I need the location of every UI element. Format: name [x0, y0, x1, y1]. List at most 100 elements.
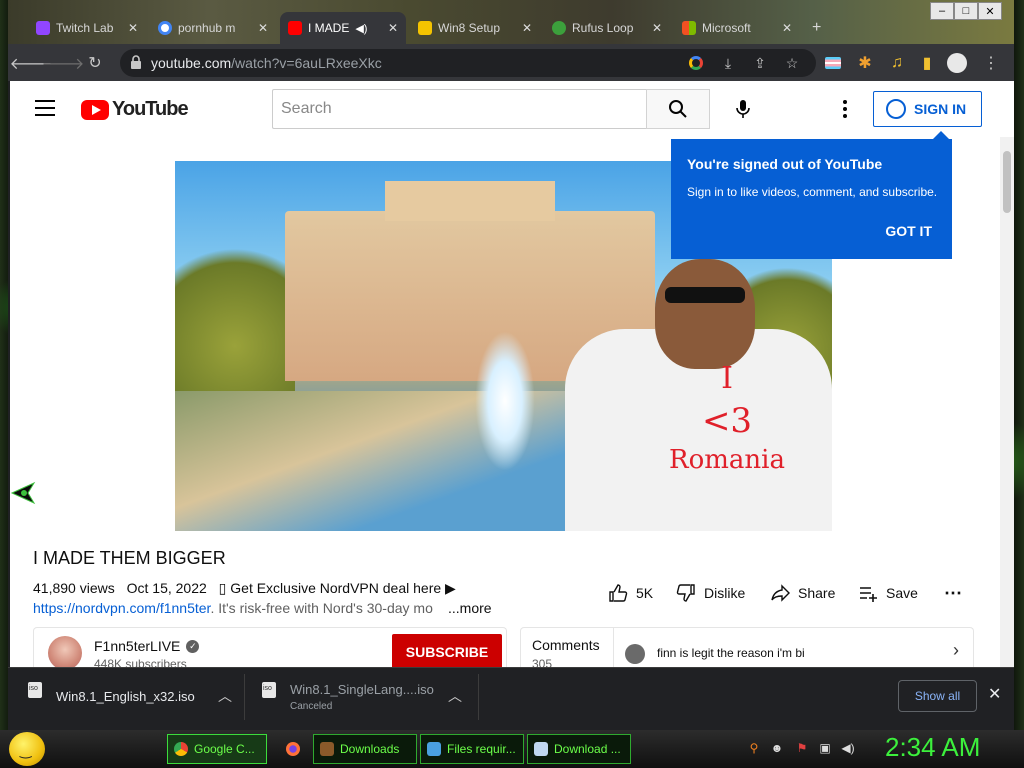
minimize-button[interactable]: –: [930, 2, 954, 20]
comments-teaser[interactable]: Comments 305 finn is legit the reason i'…: [520, 627, 974, 667]
tab-title: Win8 Setup: [438, 21, 501, 35]
close-downloads-icon[interactable]: ✕: [988, 684, 1001, 704]
new-tab-button[interactable]: +: [804, 12, 834, 44]
chevron-right-icon[interactable]: ›: [953, 640, 959, 661]
taskbar-chrome[interactable]: Google C...: [167, 734, 267, 764]
youtube-play-icon: [81, 99, 109, 120]
folder-icon: [320, 742, 334, 756]
save-button[interactable]: Save: [858, 583, 918, 603]
taskbar-files-required[interactable]: Files requir...: [420, 734, 524, 764]
desktop-arrow-icon: [10, 481, 36, 505]
search-button[interactable]: [646, 89, 710, 129]
account-circle-icon: [886, 99, 906, 119]
video-title: I MADE THEM BIGGER: [33, 548, 226, 568]
address-bar[interactable]: youtube.com/watch?v=6auLRxeeXkc ⤓ ⇪ ☆: [120, 49, 816, 77]
search-icon[interactable]: ⚲: [747, 741, 761, 755]
taskbar-firefox[interactable]: [280, 734, 308, 764]
youtube-wordmark: YouTube: [112, 98, 189, 120]
close-window-button[interactable]: ✕: [978, 2, 1002, 20]
browser-menu-icon[interactable]: ⋮: [980, 52, 1002, 74]
signed-out-tooltip: You're signed out of YouTube Sign in to …: [671, 131, 952, 259]
tab-title: Rufus Loop: [572, 21, 634, 35]
chevron-up-icon[interactable]: ︿: [448, 686, 462, 706]
share-arrow-icon: [771, 584, 790, 602]
sign-in-label: SIGN IN: [914, 101, 967, 117]
forward-button[interactable]: 🡒: [42, 52, 85, 74]
tab-close-icon[interactable]: ✕: [128, 21, 138, 35]
dislike-button[interactable]: Dislike: [676, 583, 745, 603]
subscribe-button[interactable]: SUBSCRIBE: [392, 634, 502, 667]
chrome-icon: [174, 742, 188, 756]
thumbnail-fountain: [475, 331, 535, 471]
google-lens-icon[interactable]: [686, 53, 706, 73]
more-actions-icon[interactable]: ⋯: [944, 583, 962, 603]
description-link[interactable]: https://nordvpn.com/f1nn5ter: [33, 600, 210, 616]
tab-2[interactable]: pornhub m ✕: [150, 12, 276, 44]
tab-close-icon[interactable]: ✕: [652, 21, 662, 35]
tab-close-icon[interactable]: ✕: [388, 21, 398, 35]
network-icon[interactable]: ▣: [818, 741, 832, 755]
tab-favicon-icon: [418, 21, 432, 35]
lock-icon[interactable]: [130, 55, 142, 69]
show-all-button[interactable]: Show all: [898, 680, 977, 712]
tab-active-youtube[interactable]: I MADE ◀) ✕: [280, 12, 406, 44]
taskbar-download-window[interactable]: Download ...: [527, 734, 631, 764]
share-button[interactable]: Share: [770, 583, 835, 603]
show-more-button[interactable]: ...more: [446, 600, 492, 616]
page-scrollbar[interactable]: [1000, 137, 1014, 667]
tooltip-title: You're signed out of YouTube: [687, 156, 883, 172]
tab-5[interactable]: Rufus Loop ✕: [544, 12, 670, 44]
download-item-1[interactable]: Win8.1_English_x32.iso ︿: [28, 676, 238, 722]
reload-button[interactable]: ↻: [84, 52, 106, 74]
profile-avatar-icon[interactable]: [946, 52, 968, 74]
tab-close-icon[interactable]: ✕: [522, 21, 532, 35]
google-icon: [158, 21, 172, 35]
tab-6[interactable]: Microsoft ✕: [674, 12, 800, 44]
download-item-2[interactable]: Win8.1_SingleLang....iso Canceled ︿: [262, 676, 472, 722]
scrollbar-thumb[interactable]: [1003, 151, 1011, 213]
download-filename: Win8.1_SingleLang....iso: [290, 682, 434, 697]
action-center-flag-icon[interactable]: ⚑: [795, 741, 809, 755]
tab-close-icon[interactable]: ✕: [258, 21, 268, 35]
voice-search-button[interactable]: [726, 92, 760, 126]
subscriber-count: 448K subscribers: [94, 657, 187, 667]
taskbar-clock[interactable]: 2:34 AM: [885, 732, 980, 763]
youtube-logo[interactable]: YouTube: [81, 98, 189, 121]
promo-text: ▯ Get Exclusive NordVPN deal here ▶: [218, 580, 456, 596]
volume-icon[interactable]: ◀): [841, 741, 855, 755]
thumbs-down-icon: [676, 584, 695, 602]
channel-card: F1nn5terLIVE ✓ 448K subscribers SUBSCRIB…: [33, 627, 507, 667]
extension-flag-icon[interactable]: [822, 52, 844, 74]
tray-app-icon[interactable]: ☻: [770, 741, 784, 755]
speaker-icon[interactable]: ◀): [355, 22, 367, 35]
guide-menu-icon[interactable]: [35, 100, 55, 116]
iso-file-icon: [262, 682, 276, 698]
start-button-smiley-icon[interactable]: [9, 732, 45, 766]
maximize-button[interactable]: □: [954, 2, 978, 20]
extensions-puzzle-icon[interactable]: ✱: [854, 52, 876, 74]
youtube-header: YouTube Search SIGN IN: [10, 81, 1000, 137]
verified-check-icon: ✓: [186, 639, 200, 653]
tab-4[interactable]: Win8 Setup ✕: [410, 12, 540, 44]
tab-close-icon[interactable]: ✕: [782, 21, 792, 35]
media-control-icon[interactable]: ♫: [886, 52, 908, 74]
like-button[interactable]: 5K: [608, 583, 653, 603]
tab-1[interactable]: Twitch Lab ✕: [28, 12, 146, 44]
taskbar-downloads[interactable]: Downloads: [313, 734, 417, 764]
bookmark-star-icon[interactable]: ☆: [782, 53, 802, 73]
sign-in-button[interactable]: SIGN IN: [873, 91, 982, 127]
side-panel-icon[interactable]: ▮: [916, 52, 938, 74]
back-button[interactable]: 🡐: [10, 52, 53, 74]
settings-menu-icon[interactable]: [836, 97, 854, 121]
description-snippet[interactable]: https://nordvpn.com/f1nn5ter. It's risk-…: [33, 600, 493, 616]
share-icon[interactable]: ⇪: [750, 53, 770, 73]
install-app-icon[interactable]: ⤓: [718, 53, 738, 73]
chevron-up-icon[interactable]: ︿: [218, 686, 232, 706]
channel-avatar[interactable]: [48, 636, 82, 667]
channel-name[interactable]: F1nn5terLIVE ✓: [94, 638, 200, 654]
got-it-button[interactable]: GOT IT: [885, 223, 932, 239]
browser-toolbar: 🡐 🡒 ↻ youtube.com/watch?v=6auLRxeeXkc ⤓ …: [8, 44, 1014, 81]
thumbnail-person: I <3 Romania: [565, 259, 832, 531]
upload-date: Oct 15, 2022: [126, 580, 207, 596]
search-input[interactable]: Search: [272, 89, 646, 129]
